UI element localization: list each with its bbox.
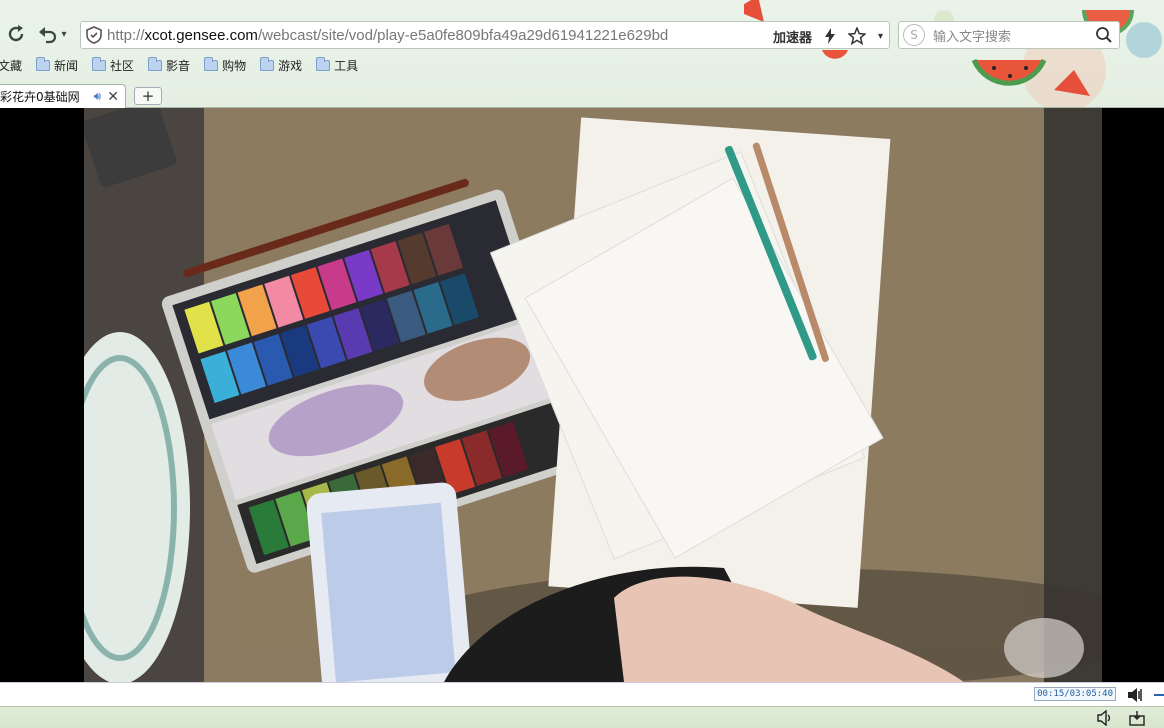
url-path: /webcast/site/vod/play-e5a0fe809bfa49a29… bbox=[257, 26, 669, 44]
video-frame[interactable] bbox=[84, 108, 1102, 682]
url-text[interactable]: http://xcot.gensee.com/webcast/site/vod/… bbox=[107, 27, 668, 44]
new-tab-button[interactable]: + bbox=[134, 87, 162, 105]
audio-icon[interactable]: 🔊︎ bbox=[94, 89, 102, 104]
search-icon[interactable] bbox=[1095, 26, 1113, 44]
address-dropdown-icon[interactable]: ▾ bbox=[878, 31, 883, 42]
video-scene bbox=[84, 108, 1102, 682]
bookmark-item[interactable]: 文藏 bbox=[0, 57, 22, 74]
search-input[interactable]: 输入文字搜索 bbox=[933, 26, 1095, 45]
bookmark-label: 购物 bbox=[222, 58, 247, 73]
playback-time: 00:15/03:05:40 bbox=[1034, 687, 1116, 701]
volume-icon[interactable] bbox=[1096, 710, 1114, 726]
browser-chrome: ▾ http://xcot.gensee.com/webcast/site/vo… bbox=[0, 0, 1164, 108]
tab-title: 彩花卉0基础网 bbox=[0, 90, 80, 104]
bookmark-label: 文藏 bbox=[0, 58, 23, 73]
bookmark-folder[interactable]: 新闻 bbox=[36, 56, 79, 74]
search-box[interactable]: S 输入文字搜索 bbox=[898, 21, 1120, 49]
folder-icon bbox=[316, 56, 331, 71]
bookmark-folder[interactable]: 游戏 bbox=[260, 56, 303, 74]
video-player[interactable] bbox=[0, 108, 1164, 682]
folder-icon bbox=[92, 56, 107, 71]
bookmark-label: 新闻 bbox=[54, 58, 79, 73]
navigation-toolbar: ▾ http://xcot.gensee.com/webcast/site/vo… bbox=[0, 18, 1164, 52]
bookmark-label: 工具 bbox=[334, 58, 359, 73]
tab-strip: 彩花卉0基础网 🔊︎ ✕ + bbox=[0, 84, 1164, 108]
bookmark-folder[interactable]: 工具 bbox=[316, 56, 359, 74]
bookmark-folder[interactable]: 影音 bbox=[148, 56, 191, 74]
bookmark-folder[interactable]: 社区 bbox=[92, 56, 135, 74]
tab-active[interactable]: 彩花卉0基础网 🔊︎ ✕ bbox=[0, 84, 126, 108]
volume-slider[interactable] bbox=[1154, 694, 1164, 696]
search-engine-icon[interactable]: S bbox=[903, 24, 925, 46]
accelerator-button[interactable]: 加速器 bbox=[773, 27, 812, 46]
close-icon[interactable]: ✕ bbox=[107, 89, 119, 105]
undo-dropdown-icon[interactable]: ▾ bbox=[58, 22, 70, 46]
player-control-bar: 00:15/03:05:40 bbox=[0, 682, 1164, 706]
volume-icon[interactable] bbox=[1126, 686, 1144, 704]
folder-icon bbox=[148, 56, 163, 71]
bookmark-label: 影音 bbox=[166, 58, 191, 73]
url-prefix: http:// bbox=[107, 26, 145, 44]
bookmark-label: 游戏 bbox=[278, 58, 303, 73]
refresh-icon[interactable] bbox=[4, 22, 28, 46]
status-bar bbox=[0, 706, 1164, 728]
bookmark-label: 社区 bbox=[110, 58, 135, 73]
address-bar-actions: 加速器 ▾ bbox=[773, 24, 883, 48]
url-host: xcot.gensee.com bbox=[144, 26, 258, 44]
shield-icon bbox=[81, 26, 107, 44]
star-icon[interactable] bbox=[847, 27, 866, 45]
bookmarks-bar: 文藏 新闻 社区 影音 购物 游戏 工具 bbox=[0, 54, 1164, 76]
lightning-icon[interactable] bbox=[824, 28, 836, 44]
address-bar[interactable]: http://xcot.gensee.com/webcast/site/vod/… bbox=[80, 21, 890, 49]
download-manager-icon[interactable] bbox=[1128, 710, 1146, 726]
folder-icon bbox=[36, 56, 51, 71]
undo-icon[interactable] bbox=[36, 22, 60, 46]
folder-icon bbox=[260, 56, 275, 71]
folder-icon bbox=[204, 56, 219, 71]
bookmark-folder[interactable]: 购物 bbox=[204, 56, 247, 74]
